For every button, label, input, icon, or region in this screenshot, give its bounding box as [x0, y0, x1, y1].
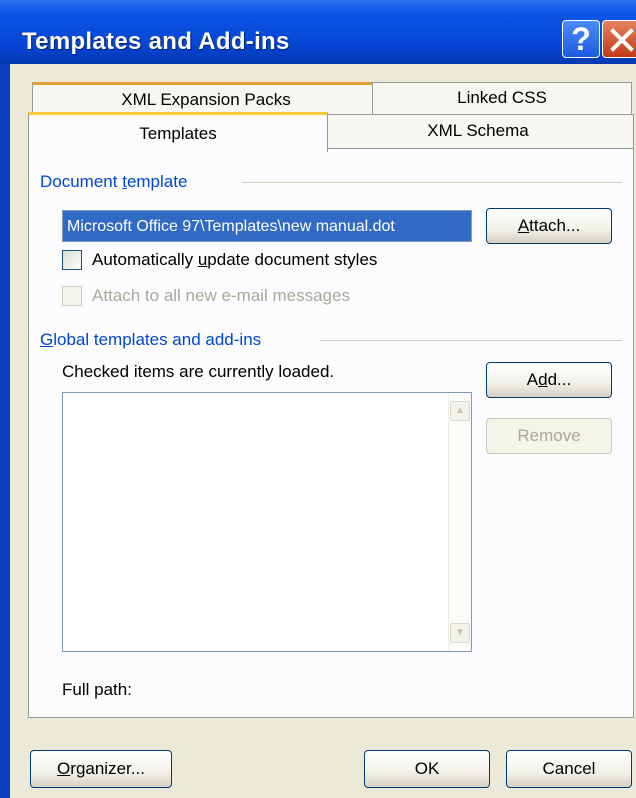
- loaded-items-hint: Checked items are currently loaded.: [62, 362, 335, 381]
- attach-button[interactable]: Attach...: [486, 208, 612, 244]
- dialog-client-area: XML Expansion Packs Linked CSS XML Schem…: [10, 64, 636, 798]
- title-bar[interactable]: Templates and Add-ins ?: [0, 0, 636, 64]
- document-template-path-field[interactable]: Microsoft Office 97\Templates\new manual…: [62, 210, 472, 242]
- scroll-down-arrow-icon[interactable]: ▼: [450, 623, 470, 643]
- group-divider: [242, 182, 622, 183]
- list-scrollbar[interactable]: ▲ ▼: [448, 393, 471, 651]
- dialog-window: Templates and Add-ins ? XML Expansion Pa…: [0, 0, 636, 798]
- attach-email-label: Attach to all new e-mail messages: [92, 286, 350, 305]
- window-title: Templates and Add-ins: [22, 28, 290, 55]
- auto-update-styles-label: Automatically update document styles: [92, 250, 378, 269]
- remove-button: Remove: [486, 418, 612, 454]
- global-templates-group-label: Global templates and add-ins: [40, 330, 262, 349]
- global-templates-list[interactable]: ▲ ▼: [62, 392, 472, 652]
- close-icon[interactable]: [602, 20, 636, 58]
- help-icon[interactable]: ?: [562, 20, 600, 58]
- auto-update-styles-checkbox[interactable]: [62, 250, 82, 270]
- document-template-group-label: Document template: [40, 172, 188, 191]
- scroll-up-arrow-icon[interactable]: ▲: [450, 401, 470, 421]
- full-path-label: Full path:: [62, 680, 132, 699]
- add-button[interactable]: Add...: [486, 362, 612, 398]
- attach-email-checkbox: [62, 286, 82, 306]
- group-divider: [320, 340, 622, 341]
